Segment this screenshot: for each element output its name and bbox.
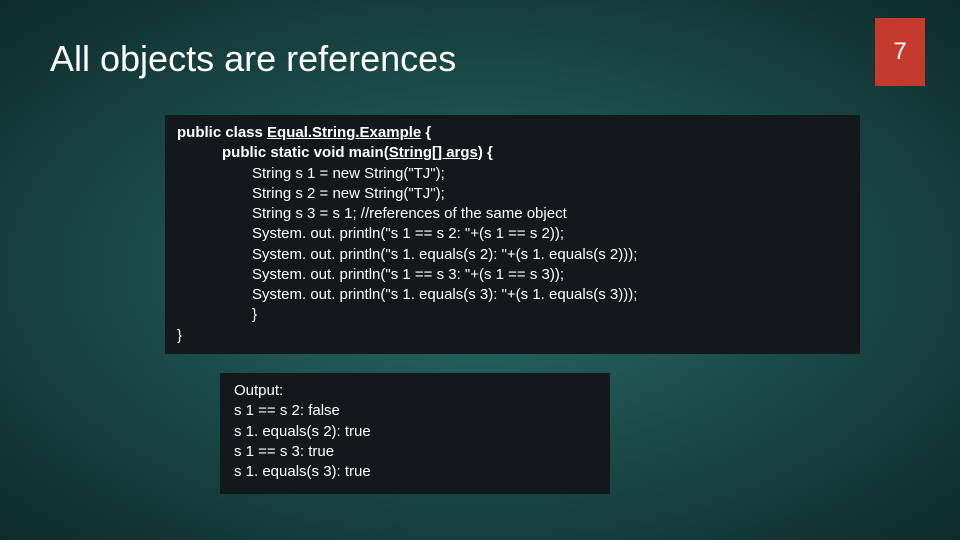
code-text: { [421, 124, 431, 141]
code-text: ) { [478, 144, 493, 161]
code-text: public static void main( [222, 144, 389, 161]
code-line: System. out. println("s 1. equals(s 2): … [177, 245, 848, 265]
code-line: String s 3 = s 1; //references of the sa… [177, 204, 848, 224]
code-text: public class [177, 124, 267, 141]
code-line: } [177, 305, 848, 325]
code-line: public static void main(String[] args) { [177, 143, 848, 163]
output-line: s 1. equals(s 3): true [234, 462, 596, 482]
output-block: Output: s 1 == s 2: false s 1. equals(s … [220, 373, 610, 494]
slide-title: All objects are references [50, 38, 456, 80]
output-line: Output: [234, 381, 596, 401]
output-line: s 1 == s 2: false [234, 401, 596, 421]
code-line: String s 2 = new String("TJ"); [177, 184, 848, 204]
code-line: System. out. println("s 1 == s 2: "+(s 1… [177, 224, 848, 244]
code-line: System. out. println("s 1. equals(s 3): … [177, 285, 848, 305]
code-line: String s 1 = new String("TJ"); [177, 164, 848, 184]
page-number: 7 [893, 38, 906, 66]
code-block: public class Equal.String.Example { publ… [165, 115, 860, 354]
code-line: System. out. println("s 1 == s 3: "+(s 1… [177, 265, 848, 285]
code-line: } [177, 326, 848, 346]
code-line: public class Equal.String.Example { [177, 123, 848, 143]
output-line: s 1 == s 3: true [234, 442, 596, 462]
code-text: Equal.String.Example [267, 124, 421, 141]
page-number-badge: 7 [875, 18, 925, 86]
output-line: s 1. equals(s 2): true [234, 422, 596, 442]
code-text: String[] args [389, 144, 478, 161]
